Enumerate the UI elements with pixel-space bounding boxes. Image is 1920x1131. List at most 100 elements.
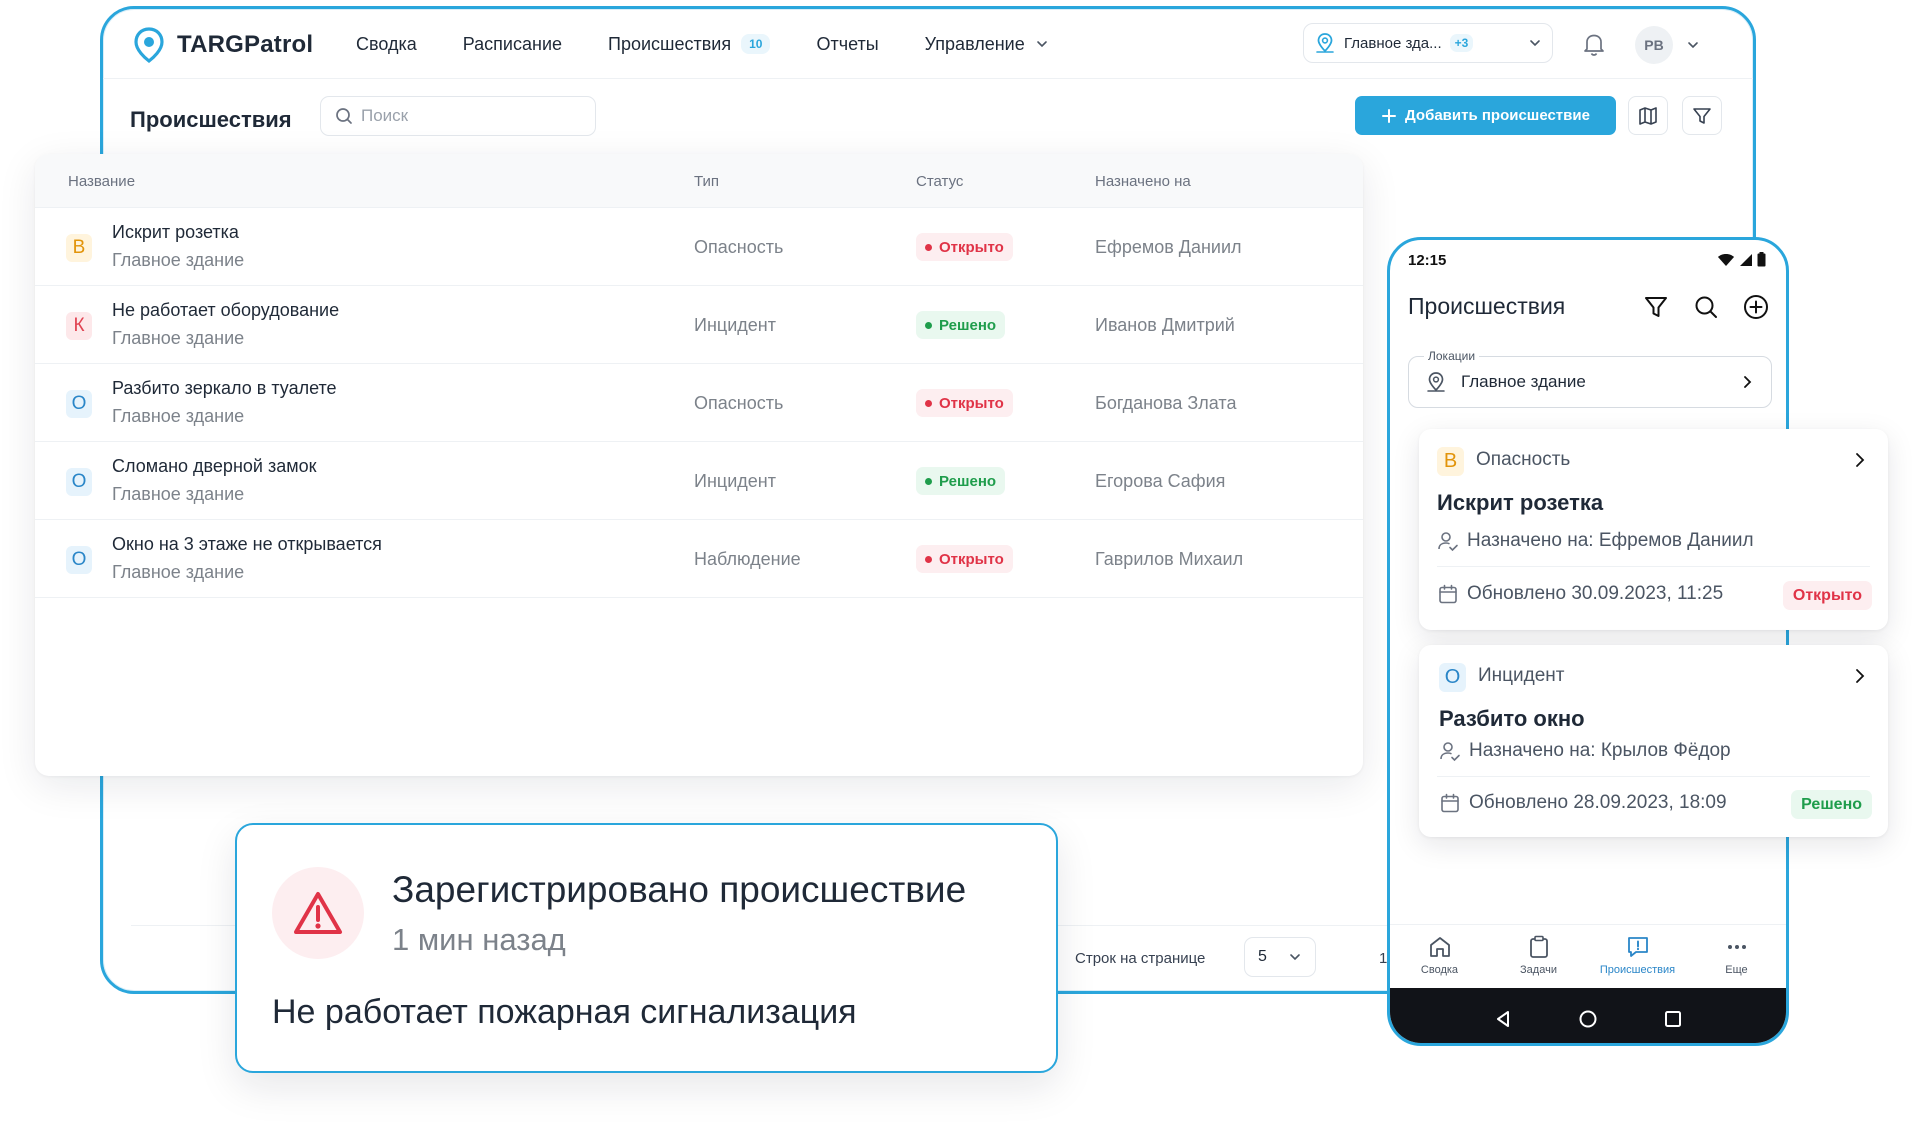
card-divider <box>1437 566 1870 567</box>
search-box[interactable] <box>320 96 596 136</box>
location-select[interactable]: Главное зда... +3 <box>1303 23 1553 63</box>
filter-icon[interactable] <box>1642 293 1670 321</box>
status-dot <box>925 477 932 485</box>
incidents-table: Название Тип Статус Назначено на В Искрит… <box>35 154 1363 776</box>
mobile-nav-label: Задачи <box>1520 964 1557 976</box>
mobile-status-icons <box>1717 252 1766 267</box>
mobile-location-label: Локации <box>1424 349 1480 363</box>
calendar-icon <box>1441 793 1459 813</box>
nav-item-incidents[interactable]: Происшествия 10 <box>608 33 771 55</box>
nav-label: Отчеты <box>816 33 879 54</box>
status-badge: Решено <box>916 467 1006 495</box>
nav-item-reports[interactable]: Отчеты <box>816 34 878 55</box>
status-text: Открыто <box>939 550 1004 568</box>
column-header-name[interactable]: Название <box>68 173 135 190</box>
nav-label: Происшествия <box>608 33 732 54</box>
incident-assignee: Назначено на: Крылов Фёдор <box>1439 740 1731 762</box>
incident-type: Инцидент <box>694 471 776 491</box>
incident-type: Инцидент <box>1478 665 1565 686</box>
mobile-app: 12:15 Происшествия Локации Главное здани… <box>1387 237 1789 1046</box>
chevron-down-icon[interactable] <box>1686 38 1700 52</box>
user-check-icon <box>1438 532 1458 552</box>
mobile-nav-label: Сводка <box>1420 964 1459 976</box>
recents-icon[interactable] <box>1663 1009 1683 1029</box>
incident-location: Главное здание <box>112 406 245 426</box>
rows-per-page-label: Строк на странице <box>1075 950 1206 967</box>
warning-badge <box>272 867 364 959</box>
nav-item-summary[interactable]: Сводка <box>356 34 417 55</box>
status-dot <box>925 243 932 251</box>
chevron-right-icon <box>1856 453 1865 467</box>
user-check-icon <box>1440 742 1460 762</box>
avatar[interactable]: РВ <box>1635 26 1673 64</box>
main-nav: Сводка Расписание Происшествия 10 Отчеты … <box>356 9 1095 79</box>
table-row[interactable]: К Не работает оборудование Главное здание И… <box>35 286 1363 364</box>
page-title: Происшествия <box>130 107 292 132</box>
clipboard-icon <box>1529 935 1548 958</box>
table-row[interactable]: О Разбито зеркало в туалете Главное здание… <box>35 364 1363 442</box>
assignee-text: Назначено на: Крылов Фёдор <box>1469 740 1731 761</box>
status-dot <box>925 399 932 407</box>
search-icon <box>336 108 352 124</box>
mobile-nav-summary[interactable]: Сводка <box>1390 925 1489 988</box>
home-circle-icon[interactable] <box>1578 1009 1598 1029</box>
incident-title: Искрит розетка <box>112 222 239 242</box>
add-circle-icon[interactable] <box>1742 293 1770 321</box>
add-incident-label: Добавить происшествие <box>1405 107 1590 124</box>
column-header-assignee[interactable]: Назначено на <box>1095 173 1191 190</box>
mobile-nav-more[interactable]: Еще <box>1687 925 1786 988</box>
table-row[interactable]: В Искрит розетка Главное здание Опасность От… <box>35 208 1363 286</box>
filter-icon <box>1693 107 1711 124</box>
status-text: Решено <box>939 472 997 490</box>
add-incident-button[interactable]: Добавить происшествие <box>1355 96 1616 135</box>
incident-location: Главное здание <box>112 562 245 582</box>
map-view-button[interactable] <box>1628 96 1668 135</box>
location-extra-count: +3 <box>1449 34 1474 52</box>
status-badge: Открыто <box>916 389 1013 417</box>
back-icon[interactable] <box>1493 1009 1513 1029</box>
wifi-icon <box>1718 253 1734 266</box>
logo-pin-icon <box>134 27 164 63</box>
column-header-type[interactable]: Тип <box>694 173 719 190</box>
incident-title: Окно на 3 этаже не открывается <box>112 534 382 554</box>
priority-badge: В <box>66 234 92 262</box>
updated-text: Обновлено 28.09.2023, 18:09 <box>1469 792 1727 813</box>
incident-title: Не работает оборудование <box>112 300 340 320</box>
incident-location: Главное здание <box>112 328 245 348</box>
incident-title: Разбито зеркало в туалете <box>112 378 337 398</box>
mobile-nav-incidents[interactable]: Происшествия <box>1588 925 1687 988</box>
incident-type: Наблюдение <box>694 549 801 569</box>
chevron-down-icon <box>1036 41 1047 48</box>
mobile-incident-card[interactable]: В Опасность Искрит розетка Назначено на:… <box>1419 429 1888 630</box>
nav-item-schedule[interactable]: Расписание <box>463 34 562 55</box>
mobile-page-title: Происшествия <box>1408 293 1566 319</box>
incident-type: Опасность <box>694 393 784 413</box>
mobile-location-select[interactable]: Главное здание <box>1408 356 1772 408</box>
column-header-status[interactable]: Статус <box>916 173 963 190</box>
bell-icon[interactable] <box>1581 31 1607 57</box>
nav-item-management[interactable]: Управление <box>925 34 1049 55</box>
status-badge: Решено <box>1791 790 1872 819</box>
rows-per-page-select[interactable]: 5 <box>1244 937 1316 977</box>
signal-icon <box>1740 253 1752 266</box>
status-text: Открыто <box>939 238 1004 256</box>
nav-label: Управление <box>924 33 1025 54</box>
chevron-right-icon <box>1856 669 1865 683</box>
location-user-icon <box>1427 372 1445 392</box>
table-header: Название Тип Статус Назначено на <box>35 154 1363 208</box>
page-header: Происшествия Добавить происшествие <box>103 79 1753 159</box>
search-input[interactable] <box>361 106 581 126</box>
mobile-nav-tasks[interactable]: Задачи <box>1489 925 1588 988</box>
incident-notification[interactable]: Зарегистрировано происшествие 1 мин наза… <box>235 823 1058 1073</box>
warning-triangle-icon <box>294 892 342 934</box>
search-icon[interactable] <box>1692 293 1720 321</box>
incident-type: Опасность <box>694 237 784 257</box>
location-user-icon <box>1316 33 1334 53</box>
incident-assignee: Иванов Дмитрий <box>1095 315 1235 335</box>
filter-button[interactable] <box>1682 96 1722 135</box>
table-row[interactable]: О Окно на 3 этаже не открывается Главное з… <box>35 520 1363 598</box>
mobile-incident-card[interactable]: О Инцидент Разбито окно Назначено на: Кр… <box>1419 645 1888 837</box>
notification-message: Не работает пожарная сигнализация <box>272 993 857 1031</box>
logo[interactable]: TARGPatrol <box>133 27 313 63</box>
table-row[interactable]: О Сломано дверной замок Главное здание Инци… <box>35 442 1363 520</box>
